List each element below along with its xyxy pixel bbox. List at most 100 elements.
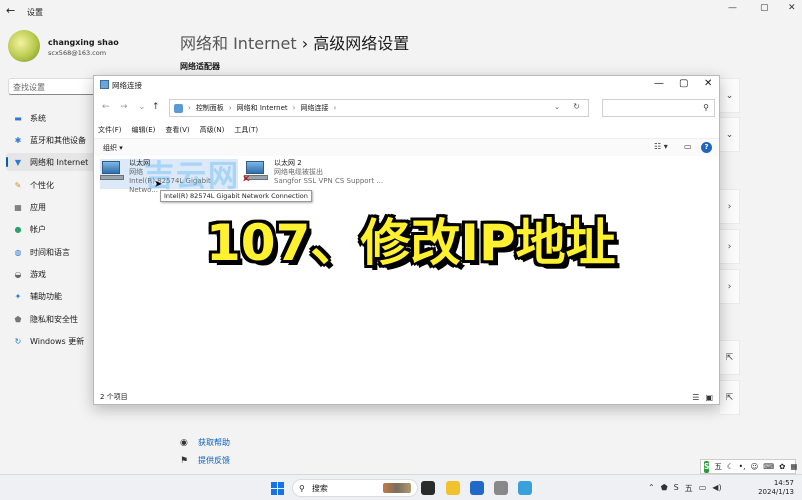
- nav-item-system[interactable]: ▬ 系统: [6, 109, 96, 127]
- external-link-icon[interactable]: ⇱: [720, 340, 740, 375]
- nav-item-accounts[interactable]: ● 帐户: [6, 220, 96, 238]
- shield-icon: ⬟: [14, 314, 22, 324]
- moon-icon[interactable]: ☾: [727, 462, 734, 471]
- minimize-icon[interactable]: —: [728, 3, 737, 13]
- forward-icon[interactable]: →: [120, 102, 128, 112]
- network-folder-icon: [100, 80, 109, 89]
- view-options-icon[interactable]: ☷ ▾: [654, 142, 668, 151]
- breadcrumb-separator: ›: [301, 34, 309, 53]
- avatar[interactable]: [8, 30, 40, 62]
- punctuation-icon[interactable]: •,: [739, 462, 746, 471]
- large-icons-view-icon[interactable]: ▣: [705, 393, 713, 402]
- external-link-icon[interactable]: ⇱: [720, 380, 740, 415]
- nav-item-network[interactable]: ▼ 网络和 Internet: [6, 153, 96, 171]
- network-connections-app-icon[interactable]: [518, 481, 532, 495]
- ime-mode[interactable]: 五: [714, 461, 722, 472]
- accessibility-icon: ✦: [14, 291, 22, 301]
- chevron-up-icon[interactable]: ⌃: [648, 483, 655, 494]
- breadcrumb-network-connections[interactable]: 网络连接: [300, 103, 328, 113]
- get-help-label: 获取帮助: [198, 438, 230, 447]
- taskbar-search[interactable]: ⚲ 搜索: [292, 479, 418, 497]
- breadcrumb-sep: ›: [292, 104, 296, 112]
- adapter-name: 以太网 2: [274, 159, 302, 167]
- user-name: changxing shao: [48, 38, 119, 47]
- close-icon[interactable]: ✕: [704, 78, 712, 89]
- organize-button[interactable]: 组织 ▾: [103, 143, 123, 153]
- nav-label: 系统: [30, 113, 46, 123]
- recent-dropdown-icon[interactable]: ⌄: [138, 102, 146, 112]
- chevron-down-icon[interactable]: ⌄: [720, 78, 740, 113]
- menu-view[interactable]: 查看(V): [165, 125, 189, 135]
- keyboard-icon[interactable]: ⌨: [763, 462, 774, 471]
- get-help-link[interactable]: ◉ 获取帮助: [180, 437, 230, 448]
- ime-toolbar: S 五 ☾ •, ☺ ⌨ ✿ ▦: [700, 459, 798, 474]
- breadcrumb-network-internet[interactable]: 网络和 Internet: [237, 103, 288, 113]
- sogou-tray-icon[interactable]: S: [674, 483, 679, 494]
- breadcrumb-parent[interactable]: 网络和 Internet: [180, 34, 297, 53]
- menu-edit[interactable]: 编辑(E): [132, 125, 156, 135]
- nav-label: 隐私和安全性: [30, 314, 78, 324]
- defender-icon[interactable]: ⬟: [661, 483, 668, 494]
- store-icon[interactable]: [470, 481, 484, 495]
- settings-gear-icon[interactable]: [494, 481, 508, 495]
- adapter-device: Sangfor SSL VPN CS Support ...: [274, 177, 384, 185]
- breadcrumb-sep: ›: [228, 104, 232, 112]
- skin-icon[interactable]: ✿: [779, 462, 785, 471]
- task-view-icon[interactable]: [421, 481, 435, 495]
- nav-item-windows-update[interactable]: ↻ Windows 更新: [6, 332, 96, 350]
- details-view-icon[interactable]: ☰: [692, 393, 699, 402]
- chevron-right-icon[interactable]: ›: [720, 229, 740, 264]
- nav-label: 个性化: [30, 180, 54, 190]
- up-arrow-icon[interactable]: ↑: [152, 102, 160, 112]
- gamepad-icon: ◒: [14, 269, 22, 279]
- sogou-ime-icon[interactable]: S: [704, 460, 710, 473]
- close-icon[interactable]: ✕: [788, 3, 796, 13]
- nav-item-personalization[interactable]: ✎ 个性化: [6, 176, 96, 194]
- nav-item-privacy[interactable]: ⬟ 隐私和安全性: [6, 310, 96, 328]
- person-icon: ●: [14, 224, 22, 234]
- system-tray: ⌃ ⬟ S 五 ▭ ◀): [648, 483, 722, 494]
- maximize-icon[interactable]: ▢: [679, 78, 688, 89]
- feedback-link[interactable]: ⚑ 提供反馈: [180, 455, 230, 466]
- network-icon[interactable]: ▭: [699, 483, 707, 494]
- help-icon[interactable]: ?: [701, 142, 712, 153]
- nav-item-gaming[interactable]: ◒ 游戏: [6, 265, 96, 283]
- maximize-icon[interactable]: ▢: [760, 3, 769, 13]
- preview-pane-icon[interactable]: ▭: [684, 142, 692, 151]
- menu-tools[interactable]: 工具(T): [234, 125, 258, 135]
- adapter-ethernet-2[interactable]: ✕ 以太网 2 网络电缆被拔出 Sangfor SSL VPN CS Suppo…: [242, 159, 404, 189]
- address-bar[interactable]: › 控制面板 › 网络和 Internet › 网络连接 › ⌄ ↻: [169, 99, 589, 117]
- explorer-search-input[interactable]: ⚲: [602, 99, 715, 117]
- clock-time: 14:57: [773, 479, 794, 487]
- emoji-icon[interactable]: ☺: [750, 462, 758, 471]
- status-bar-view-buttons: ☰ ▣: [692, 393, 713, 402]
- volume-icon[interactable]: ◀): [712, 483, 721, 494]
- chevron-right-icon[interactable]: ›: [720, 189, 740, 224]
- menu-advanced[interactable]: 高级(N): [200, 125, 225, 135]
- breadcrumb-control-panel[interactable]: 控制面板: [196, 103, 224, 113]
- menu-file[interactable]: 文件(F): [98, 125, 122, 135]
- file-explorer-icon[interactable]: [446, 481, 460, 495]
- nav-item-apps[interactable]: ▦ 应用: [6, 198, 96, 216]
- nav-item-bluetooth[interactable]: ✱ 蓝牙和其他设备: [6, 131, 96, 149]
- chevron-down-icon[interactable]: ⌄: [720, 117, 740, 152]
- wifi-icon: ▼: [14, 157, 22, 167]
- control-panel-icon: [174, 103, 183, 113]
- refresh-icon[interactable]: ↻: [573, 102, 580, 111]
- nav-item-time-language[interactable]: ◍ 时间和语言: [6, 243, 96, 261]
- start-button[interactable]: [271, 482, 284, 495]
- section-heading: 网络适配器: [180, 62, 220, 71]
- nav-label: 网络和 Internet: [30, 157, 89, 167]
- ime-tray-icon[interactable]: 五: [685, 483, 693, 494]
- back-icon[interactable]: ←: [102, 102, 110, 112]
- nav-item-accessibility[interactable]: ✦ 辅助功能: [6, 287, 96, 305]
- back-arrow-icon[interactable]: ←: [6, 4, 15, 17]
- nav-label: 辅助功能: [30, 291, 62, 301]
- chevron-right-icon[interactable]: ›: [720, 269, 740, 304]
- clock[interactable]: 14:57 2024/1/13: [758, 479, 794, 497]
- minimize-icon[interactable]: —: [654, 78, 664, 89]
- address-dropdown-icon[interactable]: ⌄: [554, 103, 560, 111]
- adapter-status: 网络电缆被拔出: [274, 168, 323, 176]
- nav-label: 帐户: [30, 224, 46, 234]
- apps-grid-icon[interactable]: ▦: [790, 462, 797, 471]
